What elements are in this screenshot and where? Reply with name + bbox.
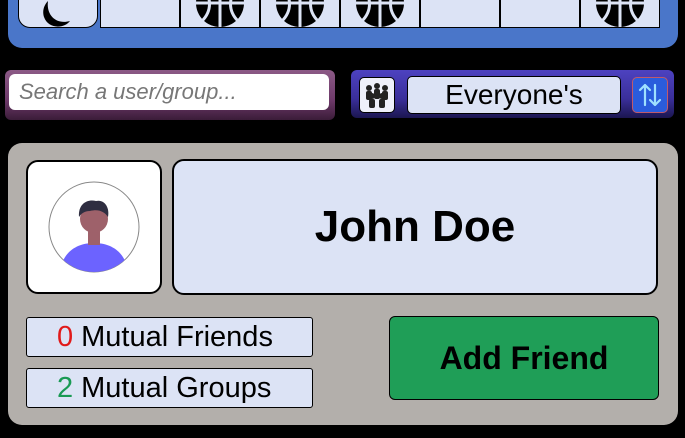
mutual-friends-label: Mutual Friends: [81, 320, 273, 353]
mutual-groups-label: Mutual Groups: [81, 371, 272, 404]
profile-card: John Doe 0 Mutual Friends 2 Mutual Group…: [8, 143, 678, 425]
tab-empty-2[interactable]: [420, 0, 500, 28]
add-friend-label: Add Friend: [439, 339, 609, 376]
group-filter-button[interactable]: [359, 77, 395, 113]
add-friend-button[interactable]: Add Friend: [389, 316, 659, 400]
filter-bar: Everyone's: [351, 70, 674, 118]
scope-label: Everyone's: [445, 79, 583, 110]
basketball-icon: [596, 0, 644, 27]
search-input[interactable]: [9, 74, 329, 110]
sort-arrows-icon: [638, 83, 662, 107]
mutual-friends-stat: 0 Mutual Friends: [26, 317, 313, 357]
mutual-friends-count: 0: [57, 320, 74, 353]
basketball-icon: [356, 0, 404, 27]
mutual-groups-count: 2: [57, 371, 74, 404]
tab-basketball-2[interactable]: [260, 0, 340, 28]
tab-basketball-1[interactable]: [180, 0, 260, 28]
search-container: [5, 70, 335, 120]
tab-empty-1[interactable]: [100, 0, 180, 28]
user-avatar-icon: [48, 181, 140, 273]
tab-basketball-3[interactable]: [340, 0, 420, 28]
top-tab-bar: [8, 0, 678, 48]
group-people-icon: [366, 83, 388, 108]
avatar[interactable]: [26, 160, 162, 294]
moon-icon: [43, 1, 70, 27]
basketball-icon: [196, 0, 244, 27]
tab-empty-3[interactable]: [500, 0, 580, 28]
mutual-groups-stat: 2 Mutual Groups: [26, 368, 313, 408]
scope-selector[interactable]: Everyone's: [407, 76, 621, 114]
tab-moon[interactable]: [18, 0, 98, 28]
basketball-icon: [276, 0, 324, 27]
sort-button[interactable]: [632, 77, 668, 113]
profile-name-box: John Doe: [172, 159, 658, 295]
profile-name: John Doe: [314, 202, 516, 251]
tab-basketball-4[interactable]: [580, 0, 660, 28]
